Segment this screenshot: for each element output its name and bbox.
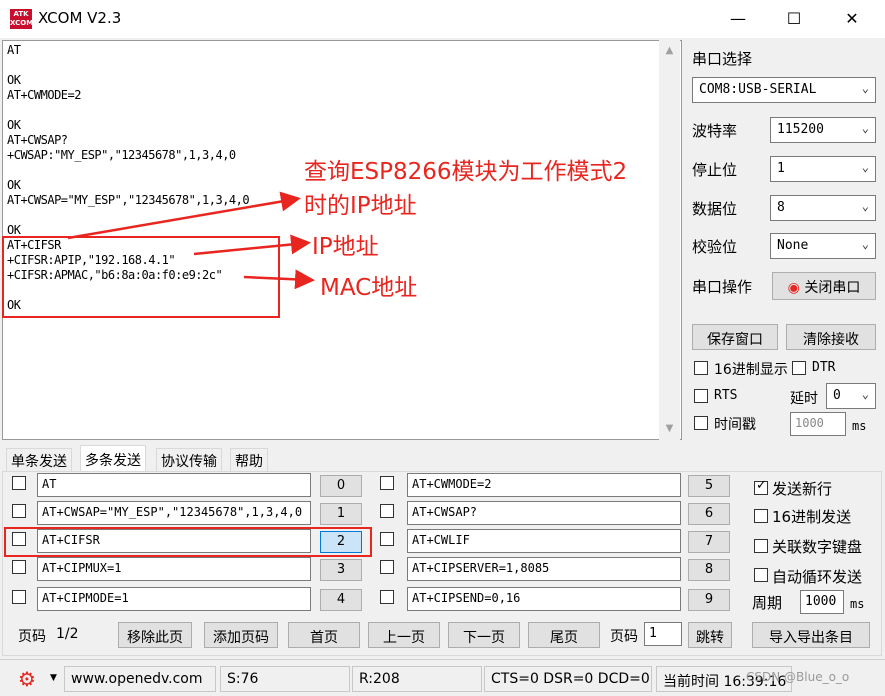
period-input[interactable]: 1000 <box>800 590 844 614</box>
delay-select[interactable]: 0 ⌄ <box>826 383 876 409</box>
baud-label: 波特率 <box>692 122 738 140</box>
keypad-label: 关联数字键盘 <box>772 538 863 556</box>
tab-help[interactable]: 帮助 <box>230 448 268 472</box>
databits-label: 数据位 <box>692 200 738 218</box>
port-op-label: 串口操作 <box>692 278 753 296</box>
command-input[interactable]: AT+CWMODE=2 <box>407 473 681 497</box>
keypad-checkbox[interactable] <box>754 539 768 553</box>
chevron-down-icon: ⌄ <box>861 199 869 213</box>
chevron-down-icon: ⌄ <box>861 387 869 401</box>
status-bar: ⚙ ▼ www.openedv.com S:76 R:208 CTS=0 DSR… <box>0 659 885 696</box>
chevron-down-icon: ⌄ <box>861 237 869 251</box>
send-command-button[interactable]: 1 <box>320 503 362 525</box>
timestamp-input[interactable]: 1000 <box>790 412 846 436</box>
row-checkbox[interactable] <box>12 560 26 574</box>
send-command-button[interactable]: 6 <box>688 503 730 525</box>
period-label: 周期 <box>752 594 783 612</box>
import-export-button[interactable]: 导入导出条目 <box>752 622 870 648</box>
parity-label: 校验位 <box>692 238 738 256</box>
last-page-button[interactable]: 尾页 <box>528 622 600 648</box>
sent-count: S:76 <box>220 666 350 692</box>
page-goto-input[interactable]: 1 <box>644 622 682 646</box>
first-page-button[interactable]: 首页 <box>288 622 360 648</box>
save-window-button[interactable]: 保存窗口 <box>692 324 778 350</box>
command-input[interactable]: AT+CWSAP="MY_ESP","12345678",1,3,4,0 <box>37 501 311 525</box>
caret-down-icon[interactable]: ▼ <box>50 673 57 683</box>
add-page-button[interactable]: 添加页码 <box>204 622 278 648</box>
command-input[interactable]: AT+CIPSERVER=1,8085 <box>407 557 681 581</box>
next-page-button[interactable]: 下一页 <box>448 622 520 648</box>
send-newline-checkbox[interactable]: ✓ <box>754 478 768 495</box>
command-input[interactable]: AT+CWSAP? <box>407 501 681 525</box>
arrow-ip <box>193 234 311 256</box>
timestamp-checkbox[interactable] <box>694 416 708 430</box>
delay-label: 延时 <box>790 391 818 407</box>
clear-receive-button[interactable]: 清除接收 <box>786 324 876 350</box>
row-checkbox[interactable] <box>380 532 394 546</box>
page-goto-label: 页码 <box>610 629 638 645</box>
row-checkbox[interactable] <box>380 590 394 604</box>
page-label: 页码 <box>18 629 46 645</box>
dtr-label: DTR <box>812 360 836 375</box>
row-checkbox[interactable] <box>12 476 26 490</box>
command-input[interactable]: AT <box>37 473 311 497</box>
chevron-down-icon: ⌄ <box>861 121 869 135</box>
row-checkbox[interactable] <box>12 590 26 604</box>
prev-page-button[interactable]: 上一页 <box>368 622 440 648</box>
send-newline-label: 发送新行 <box>772 480 833 498</box>
send-command-button[interactable]: 7 <box>688 531 730 553</box>
auto-loop-label: 自动循环发送 <box>772 568 863 586</box>
send-command-button[interactable]: 8 <box>688 559 730 581</box>
website-link[interactable]: www.openedv.com <box>64 666 216 692</box>
remove-page-button[interactable]: 移除此页 <box>118 622 192 648</box>
auto-loop-checkbox[interactable] <box>754 568 768 582</box>
send-command-button[interactable]: 0 <box>320 475 362 497</box>
watermark: CSDN @Blue_o_o <box>746 670 850 684</box>
port-select[interactable]: COM8:USB-SERIAL ⌄ <box>692 77 876 103</box>
dtr-checkbox[interactable] <box>792 361 806 375</box>
command-input[interactable]: AT+CWLIF <box>407 529 681 553</box>
hex-send-checkbox[interactable] <box>754 509 768 523</box>
command-input[interactable]: AT+CIPMODE=1 <box>37 587 311 611</box>
parity-select[interactable]: None ⌄ <box>770 233 876 259</box>
arrow-mac <box>243 269 315 290</box>
record-icon: ◉ <box>787 280 800 296</box>
jump-button[interactable]: 跳转 <box>688 622 732 648</box>
received-count: R:208 <box>352 666 482 692</box>
send-command-button[interactable]: 5 <box>688 475 730 497</box>
page-value: 1/2 <box>56 626 79 642</box>
command-input[interactable]: AT+CIPMUX=1 <box>37 557 311 581</box>
row-checkbox[interactable] <box>380 560 394 574</box>
row-checkbox[interactable] <box>380 476 394 490</box>
send-command-button[interactable]: 4 <box>320 589 362 611</box>
highlight-box-row2 <box>4 527 372 557</box>
baud-select[interactable]: 115200 ⌄ <box>770 117 876 143</box>
rts-label: RTS <box>714 388 738 403</box>
tab-protocol[interactable]: 协议传输 <box>156 448 222 472</box>
row-checkbox[interactable] <box>380 504 394 518</box>
stopbits-label: 停止位 <box>692 161 738 179</box>
tab-multi-send[interactable]: 多条发送 <box>80 445 146 472</box>
timestamp-ms-label: ms <box>852 419 867 433</box>
send-command-button[interactable]: 3 <box>320 559 362 581</box>
databits-select[interactable]: 8 ⌄ <box>770 195 876 221</box>
period-ms-label: ms <box>850 597 865 611</box>
arrow-ip-query <box>67 191 301 240</box>
command-input[interactable]: AT+CIPSEND=0,16 <box>407 587 681 611</box>
port-select-label: 串口选择 <box>692 50 753 68</box>
row-checkbox[interactable] <box>12 504 26 518</box>
rts-checkbox[interactable] <box>694 389 708 403</box>
tab-single-send[interactable]: 单条发送 <box>6 448 72 472</box>
chevron-down-icon: ⌄ <box>861 160 869 174</box>
timestamp-label: 时间戳 <box>714 417 756 433</box>
close-port-button[interactable]: ◉ 关闭串口 <box>772 272 876 300</box>
gear-icon[interactable]: ⚙ <box>18 667 36 691</box>
hex-display-label: 16进制显示 <box>714 362 788 378</box>
signal-status: CTS=0 DSR=0 DCD=0 <box>484 666 652 692</box>
hex-send-label: 16进制发送 <box>772 508 852 526</box>
stopbits-select[interactable]: 1 ⌄ <box>770 156 876 182</box>
chevron-down-icon: ⌄ <box>861 81 869 95</box>
hex-display-checkbox[interactable] <box>694 361 708 375</box>
send-command-button[interactable]: 9 <box>688 589 730 611</box>
